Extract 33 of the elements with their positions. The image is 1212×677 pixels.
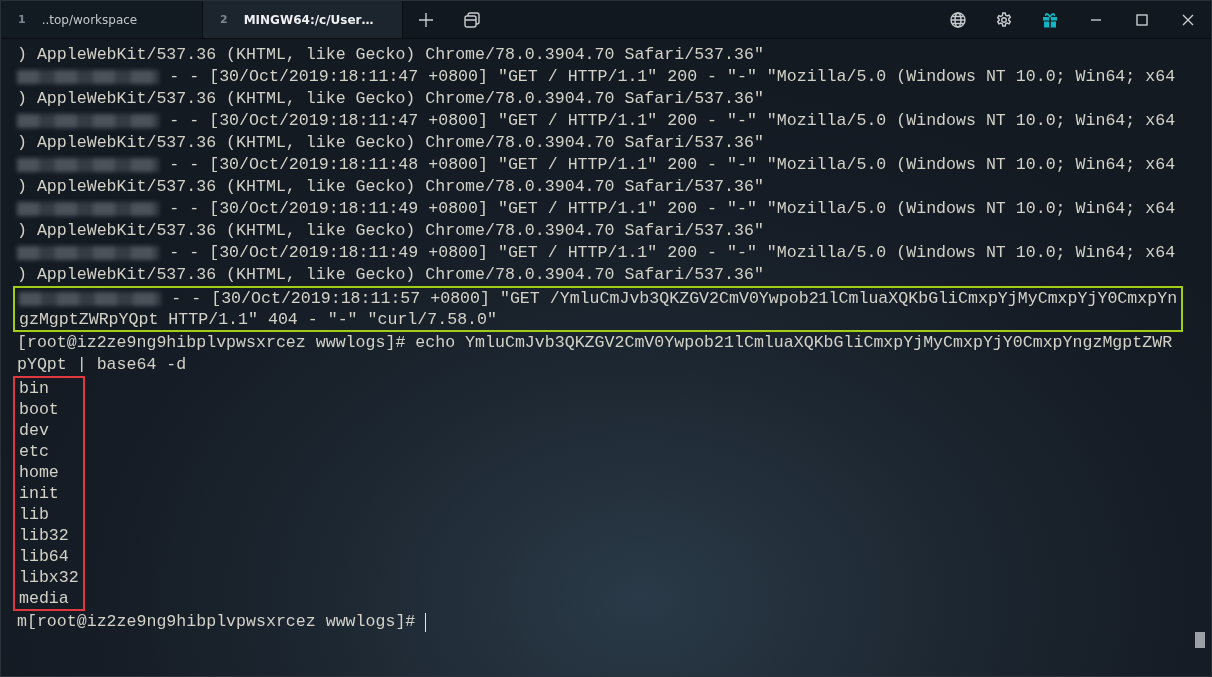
terminal-line: ) AppleWebKit/537.36 (KHTML, like Gecko) Chrome/78.0.3904.70 Safari/537.36" — [16, 44, 764, 66]
terminal-line: boot — [18, 398, 59, 421]
terminal-line: libx32 — [18, 566, 79, 589]
terminal-line: - - [30/Oct/2019:18:11:49 +0800] "GET / HTTP/1.1" 200 - "-" "Mozilla/5.0 (Windows NT 10.0; Win64; x64 — [169, 242, 1176, 264]
terminal-line: media — [18, 587, 69, 610]
terminal-line: gzMgptZWRpYQpt HTTP/1.1" 404 - "-" "curl/7.58.0" — [18, 308, 497, 331]
terminal-line: - - [30/Oct/2019:18:11:47 +0800] "GET / HTTP/1.1" 200 - "-" "Mozilla/5.0 (Windows NT 10.0; Win64; x64 — [169, 66, 1176, 88]
terminal-line: bin — [18, 377, 49, 400]
terminal-line: etc — [18, 440, 49, 463]
terminal-line: ) AppleWebKit/537.36 (KHTML, like Gecko) Chrome/78.0.3904.70 Safari/537.36" — [16, 264, 764, 286]
terminal-line: ) AppleWebKit/537.36 (KHTML, like Gecko) Chrome/78.0.3904.70 Safari/537.36" — [16, 220, 764, 242]
terminal-line: ) AppleWebKit/537.36 (KHTML, like Gecko) Chrome/78.0.3904.70 Safari/537.36" — [16, 88, 764, 110]
terminal-line: - - [30/Oct/2019:18:11:47 +0800] "GET / HTTP/1.1" 200 - "-" "Mozilla/5.0 (Windows NT 10.0; Win64; x64 — [169, 110, 1176, 132]
shell-prompt: m[root@iz2ze9ng9hibplvpwsxrcez wwwlogs]# — [16, 611, 417, 633]
terminal-line: lib — [18, 503, 49, 526]
tab[interactable]: 2 MINGW64:/c/User… — [203, 1, 403, 38]
terminal-line: ) AppleWebKit/537.36 (KHTML, like Gecko) Chrome/78.0.3904.70 Safari/537.36" — [16, 132, 764, 154]
terminal-line: home — [18, 461, 59, 484]
terminal-line: lib32 — [18, 524, 69, 547]
terminal-line: - - [30/Oct/2019:18:11:48 +0800] "GET / HTTP/1.1" 200 - "-" "Mozilla/5.0 (Windows NT 10.0; Win64; x64 — [169, 154, 1176, 176]
terminal-line: dev — [18, 419, 49, 442]
terminal-line: pYQpt | base64 -d — [16, 354, 187, 376]
terminal-line: - - [30/Oct/2019:18:11:57 +0800] "GET /YmluCmJvb3QKZGV2CmV0Ywpob21lCmluaXQKbGliCmxpYjMyCmxpYjY0CmxpYn — [171, 287, 1178, 310]
terminal-line: lib64 — [18, 545, 69, 568]
tab-label: MINGW64:/c/User… — [243, 12, 374, 27]
tab-label: ..top/workspace — [41, 12, 138, 27]
scrollbar-thumb[interactable] — [1195, 632, 1205, 648]
tab-number: 1 — [18, 13, 26, 26]
tab-number: 2 — [220, 13, 228, 26]
terminal-line: - - [30/Oct/2019:18:11:49 +0800] "GET / HTTP/1.1" 200 - "-" "Mozilla/5.0 (Windows NT 10.0; Win64; x64 — [169, 198, 1176, 220]
terminal-line: ) AppleWebKit/537.36 (KHTML, like Gecko) Chrome/78.0.3904.70 Safari/537.36" — [16, 176, 764, 198]
terminal-line: [root@iz2ze9ng9hibplvpwsxrcez wwwlogs]# echo YmluCmJvb3QKZGV2CmV0Ywpob21lCmluaXQKbGliCmxpYjMyCmxpYjY0CmxpYngzMgptZWR — [16, 332, 1173, 354]
terminal-line: init — [18, 482, 59, 505]
